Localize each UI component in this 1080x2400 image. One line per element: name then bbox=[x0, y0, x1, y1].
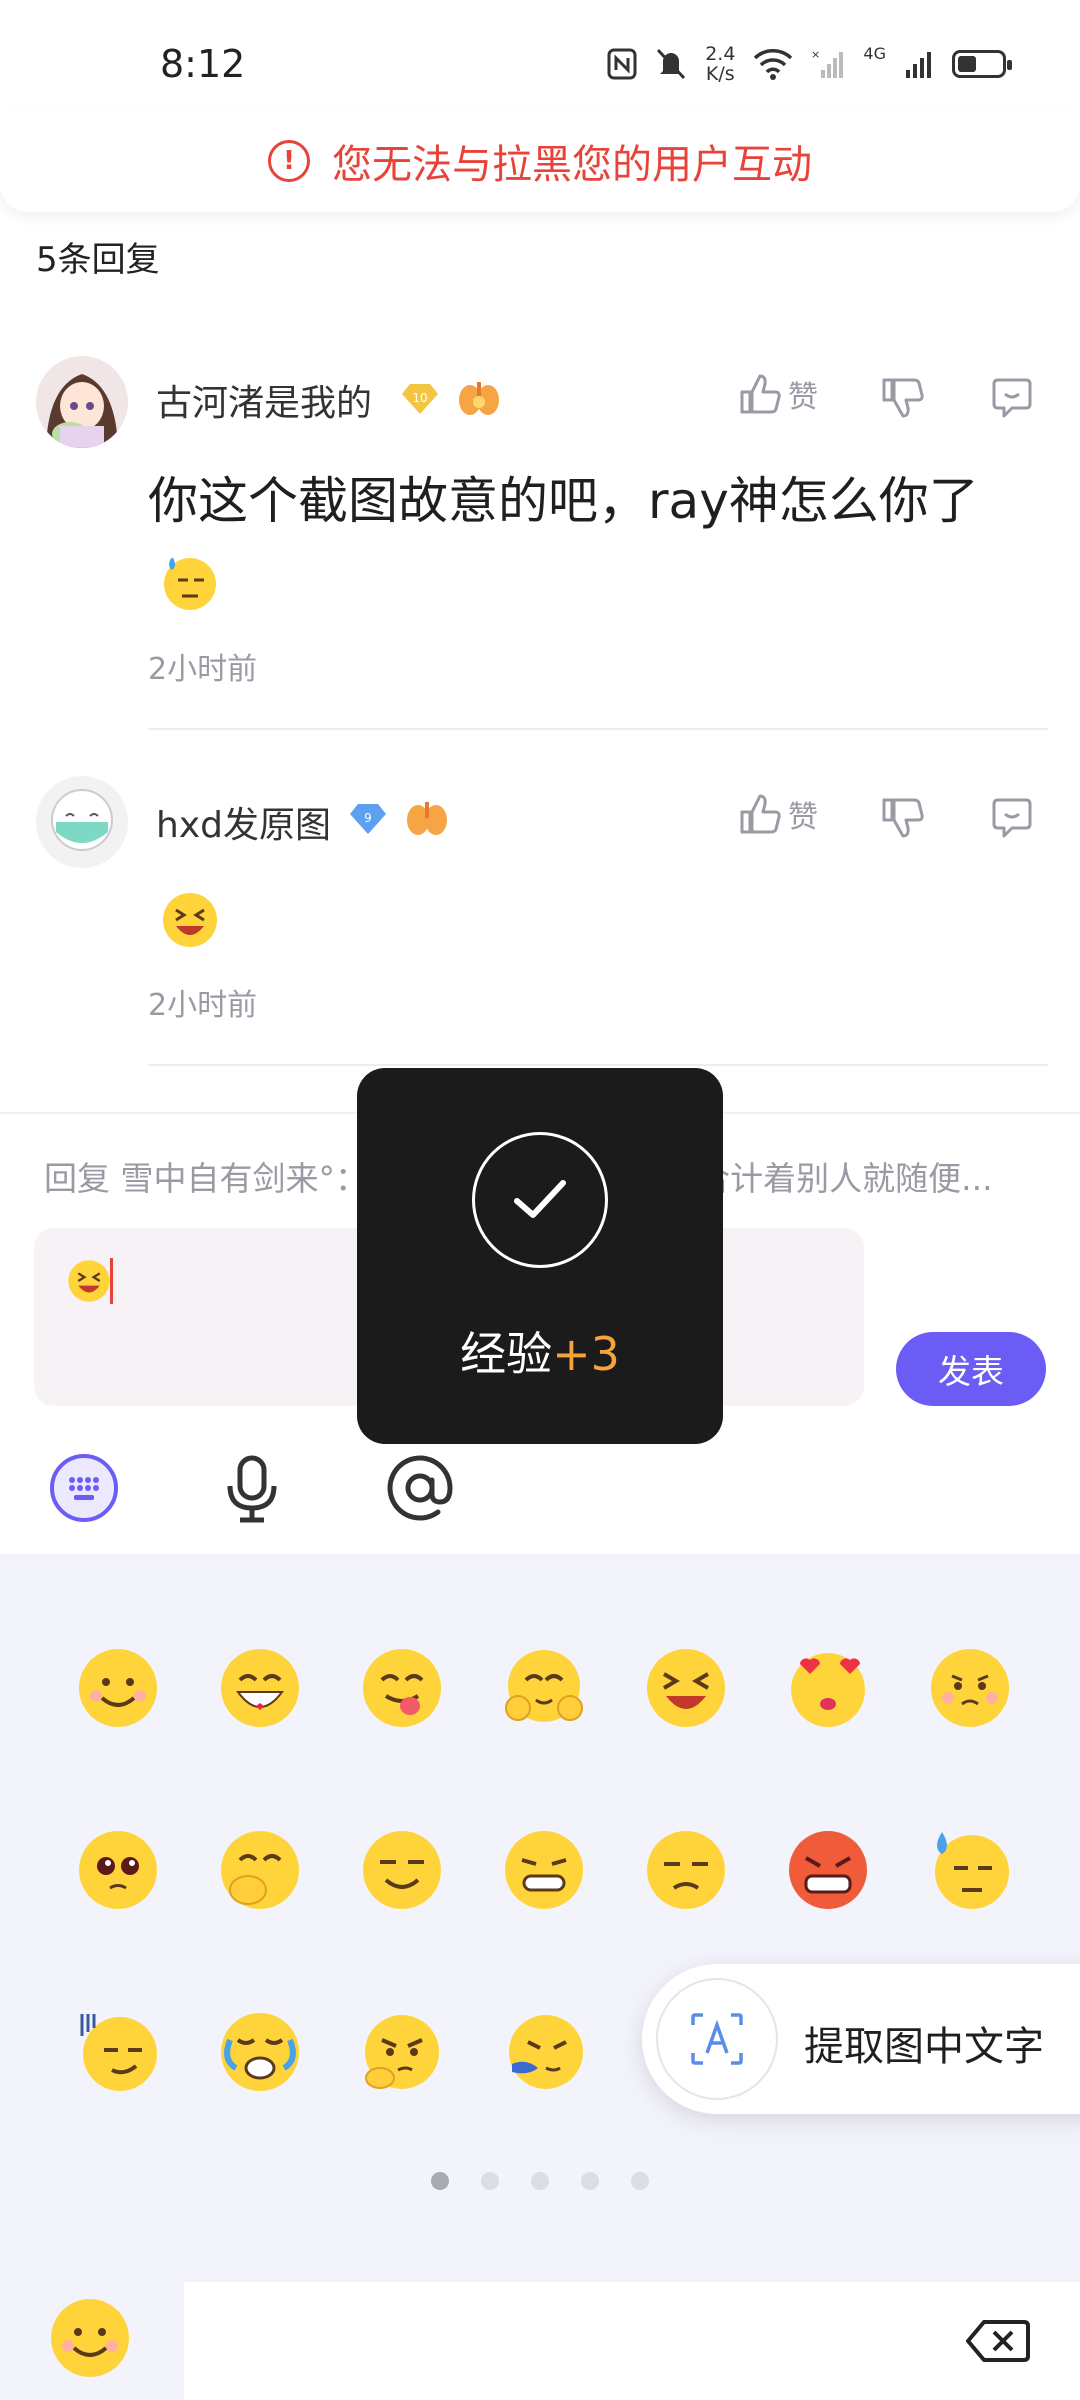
keyboard-icon[interactable] bbox=[48, 1452, 120, 1524]
emoji-category-tab-icon[interactable] bbox=[48, 2296, 132, 2380]
smug-emoji-icon[interactable] bbox=[360, 1828, 444, 1912]
toast-bonus: +3 bbox=[552, 1327, 620, 1381]
reply-bubble-button[interactable] bbox=[990, 376, 1034, 420]
lung-badge-icon bbox=[459, 382, 499, 415]
nfc-icon bbox=[607, 48, 637, 80]
shy-emoji-icon[interactable] bbox=[928, 1646, 1012, 1730]
sweat-emoji-icon bbox=[164, 556, 216, 610]
page-dot[interactable] bbox=[531, 2172, 549, 2190]
svg-text:×: × bbox=[811, 48, 820, 61]
emoji-page-indicator bbox=[0, 2172, 1080, 2190]
angry-emoji-icon[interactable] bbox=[786, 1828, 870, 1912]
status-time: 8:12 bbox=[160, 42, 246, 86]
emoji-category-bar bbox=[184, 2282, 1080, 2400]
avatar[interactable] bbox=[36, 776, 128, 868]
network-speed: 2.4 K/s bbox=[705, 43, 736, 85]
experience-toast: 经验+3 bbox=[357, 1068, 723, 1444]
unamused-emoji-icon[interactable] bbox=[644, 1828, 728, 1912]
text-caret bbox=[110, 1258, 113, 1304]
divider bbox=[148, 1064, 1048, 1066]
comment-text: 你这个截图故意的吧，ray神怎么你了 bbox=[148, 472, 979, 530]
extract-text-label: 提取图中文字 bbox=[804, 2024, 1044, 2070]
crying-emoji-icon[interactable] bbox=[218, 2010, 302, 2094]
cover-mouth-emoji-icon[interactable] bbox=[218, 1828, 302, 1912]
smile-emoji-icon[interactable] bbox=[76, 1646, 160, 1730]
thinking-emoji-icon[interactable] bbox=[360, 2010, 444, 2094]
svg-text:10: 10 bbox=[412, 391, 427, 405]
blocked-warning-banner: ! 您无法与拉黑您的用户互动 bbox=[0, 110, 1080, 212]
sweat-emoji-icon[interactable] bbox=[928, 1828, 1012, 1912]
laugh-emoji-icon[interactable] bbox=[644, 1646, 728, 1730]
gloom-emoji-icon[interactable] bbox=[76, 2010, 160, 2094]
page-dot[interactable] bbox=[481, 2172, 499, 2190]
level-badge-icon: 10 bbox=[402, 384, 438, 414]
heart-eyes-emoji-icon[interactable] bbox=[786, 1646, 870, 1730]
like-label: 赞 bbox=[788, 380, 818, 415]
thumbs-up-icon bbox=[740, 794, 781, 834]
page-dot[interactable] bbox=[631, 2172, 649, 2190]
avatar[interactable] bbox=[36, 356, 128, 448]
backspace-icon[interactable] bbox=[966, 2318, 1030, 2364]
pleading-emoji-icon[interactable] bbox=[76, 1828, 160, 1912]
wifi-icon bbox=[754, 49, 793, 80]
toast-label: 经验 bbox=[460, 1327, 553, 1381]
reply-bubble-button[interactable] bbox=[990, 796, 1034, 840]
composer-toolbar bbox=[0, 1430, 1080, 1550]
battery-icon bbox=[952, 50, 1012, 78]
page-dot[interactable] bbox=[431, 2172, 449, 2190]
like-label: 赞 bbox=[788, 800, 818, 835]
comment-username[interactable]: 古河渚是我的 bbox=[156, 374, 372, 426]
level-badge-icon: 9 bbox=[350, 804, 386, 834]
comment-time: 2小时前 bbox=[148, 652, 258, 687]
divider bbox=[148, 728, 1048, 730]
like-button[interactable]: 赞 bbox=[738, 792, 818, 836]
status-icons: 2.4 K/s × 4G bbox=[607, 43, 1012, 85]
dislike-button[interactable] bbox=[880, 796, 924, 840]
grin-emoji-icon[interactable] bbox=[218, 1646, 302, 1730]
warning-icon: ! bbox=[268, 140, 310, 182]
text-scan-icon bbox=[656, 1978, 778, 2100]
microphone-icon[interactable] bbox=[216, 1452, 288, 1524]
laughing-emoji-icon bbox=[68, 1260, 110, 1302]
dislike-button[interactable] bbox=[880, 376, 924, 420]
mention-icon[interactable] bbox=[384, 1452, 456, 1524]
send-button[interactable]: 发表 bbox=[896, 1332, 1046, 1406]
blush-hands-emoji-icon[interactable] bbox=[502, 1646, 586, 1730]
grimace-emoji-icon[interactable] bbox=[502, 1828, 586, 1912]
tongue-emoji-icon[interactable] bbox=[360, 1646, 444, 1730]
reply-count: 5条回复 bbox=[36, 240, 160, 280]
like-button[interactable]: 赞 bbox=[738, 372, 818, 416]
signal-icon-sim1: × bbox=[811, 48, 844, 78]
page-dot[interactable] bbox=[581, 2172, 599, 2190]
signal-icon-sim2 bbox=[906, 52, 931, 78]
comment-username[interactable]: hxd发原图 bbox=[156, 796, 331, 848]
lung-badge-icon bbox=[407, 802, 447, 835]
comment-time: 2小时前 bbox=[148, 988, 258, 1023]
extract-text-button[interactable]: 提取图中文字 bbox=[642, 1964, 1080, 2114]
laughing-emoji-icon bbox=[163, 893, 217, 947]
network-type: 4G bbox=[863, 44, 886, 63]
sneeze-emoji-icon[interactable] bbox=[502, 2010, 586, 2094]
toast-message: 经验+3 bbox=[357, 1318, 723, 1384]
thumbs-up-icon bbox=[740, 374, 781, 414]
mute-bell-icon bbox=[657, 48, 686, 80]
banner-text: 您无法与拉黑您的用户互动 bbox=[332, 142, 812, 188]
svg-text:9: 9 bbox=[364, 811, 372, 825]
check-icon bbox=[472, 1132, 608, 1268]
